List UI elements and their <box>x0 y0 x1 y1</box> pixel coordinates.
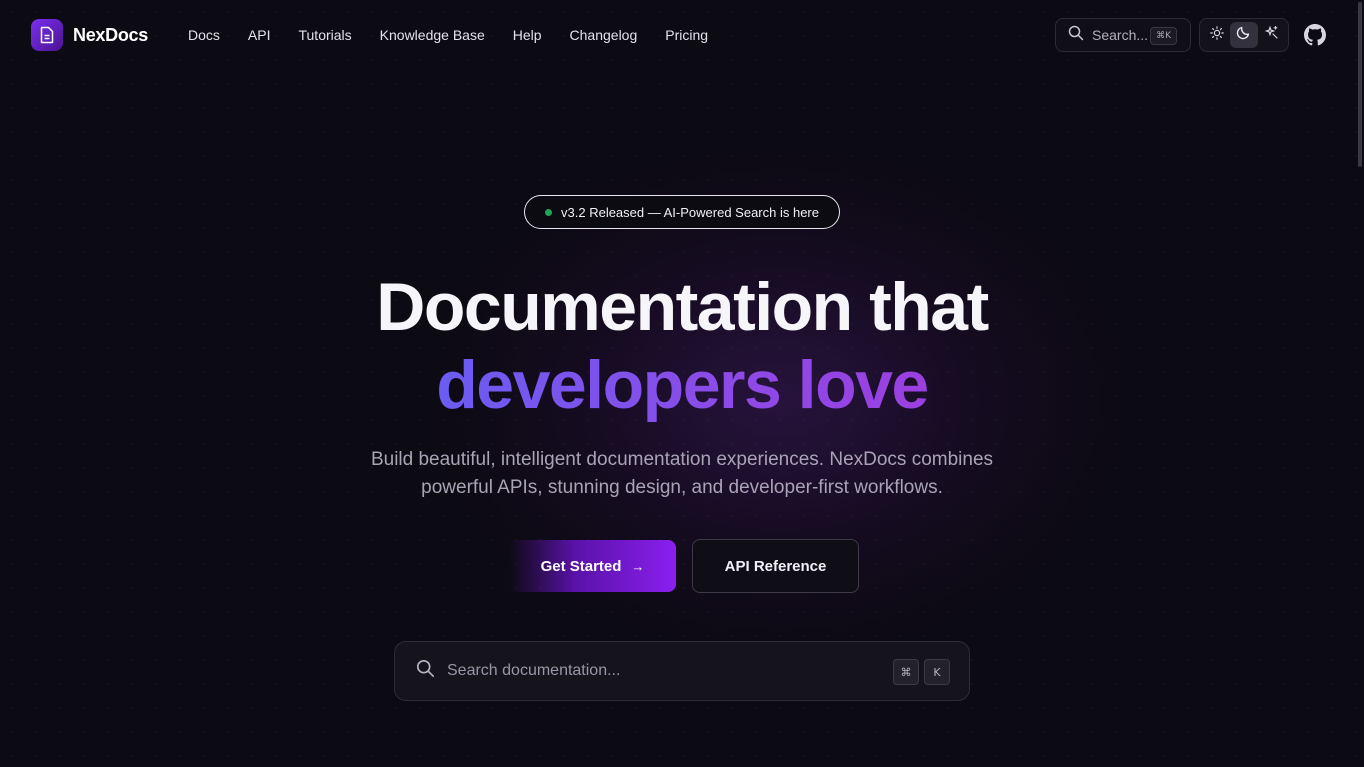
nav-item-api[interactable]: API <box>248 27 271 43</box>
search-icon <box>1068 25 1084 46</box>
arrow-right-icon: → <box>631 558 645 574</box>
moon-icon <box>1236 25 1251 45</box>
theme-dark-button[interactable] <box>1230 22 1258 48</box>
sparkle-icon <box>1264 25 1279 45</box>
api-reference-label: API Reference <box>724 557 827 575</box>
search-icon <box>416 659 435 683</box>
get-started-label: Get Started <box>540 557 622 575</box>
brand-logo[interactable]: NexDocs <box>31 19 148 51</box>
documentation-search-bar[interactable]: ⌘ K <box>394 641 970 701</box>
nav-item-pricing[interactable]: Pricing <box>665 27 708 43</box>
theme-toggle <box>1199 18 1289 52</box>
header-search-label: Search... <box>1092 27 1149 43</box>
announcement-text: v3.2 Released — AI-Powered Search is her… <box>561 204 819 220</box>
top-navbar: NexDocs Docs API Tutorials Knowledge Bas… <box>0 0 1364 70</box>
main-nav: Docs API Tutorials Knowledge Base Help C… <box>188 27 736 43</box>
theme-system-button[interactable] <box>1258 22 1285 48</box>
announcement-badge[interactable]: v3.2 Released — AI-Powered Search is her… <box>524 195 840 229</box>
documentation-search-input[interactable] <box>447 662 867 680</box>
github-icon[interactable] <box>1304 24 1326 46</box>
nav-item-tutorials[interactable]: Tutorials <box>298 27 351 43</box>
k-key-hint: K <box>924 659 950 685</box>
nav-item-docs[interactable]: Docs <box>188 27 220 43</box>
hero-subtitle: Build beautiful, intelligent documentati… <box>370 449 994 498</box>
status-dot <box>545 208 553 216</box>
hero-title-line2: developers love <box>0 346 1364 424</box>
brand-name: NexDocs <box>73 24 148 45</box>
header-search-button[interactable]: Search... ⌘K <box>1055 18 1191 52</box>
get-started-button[interactable]: Get Started → <box>509 540 676 592</box>
hero-title-gradient-text: developers love <box>436 347 929 423</box>
nav-item-changelog[interactable]: Changelog <box>570 27 638 43</box>
api-reference-button[interactable]: API Reference <box>692 539 859 593</box>
nav-item-knowledge-base[interactable]: Knowledge Base <box>380 27 485 43</box>
sun-icon <box>1209 25 1224 45</box>
document-icon <box>31 19 63 51</box>
theme-light-button[interactable] <box>1203 22 1230 48</box>
nav-item-help[interactable]: Help <box>513 27 542 43</box>
page-scrollbar[interactable] <box>1358 2 1362 167</box>
hero-title-line1: Documentation that <box>376 269 989 345</box>
command-key-hint: ⌘ <box>893 659 919 685</box>
header-search-shortcut: ⌘K <box>1150 27 1177 45</box>
